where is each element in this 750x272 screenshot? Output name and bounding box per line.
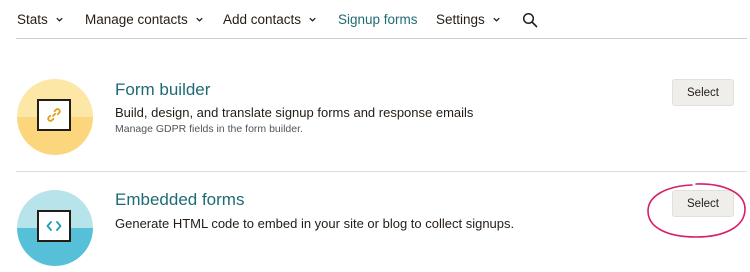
options-divider — [16, 171, 747, 172]
nav-add-contacts[interactable]: Add contacts — [223, 12, 317, 27]
nav-settings-label: Settings — [436, 12, 485, 27]
top-nav: Stats Manage contacts Add contacts Signu… — [0, 0, 750, 40]
nav-manage-contacts-label: Manage contacts — [85, 12, 188, 27]
code-icon — [46, 221, 62, 231]
nav-signup-forms-label: Signup forms — [338, 12, 418, 27]
chevron-down-icon — [196, 17, 203, 22]
option-subtext: Manage GDPR fields in the form builder. — [115, 123, 303, 135]
form-builder-select-button[interactable]: Select — [672, 79, 734, 106]
nav-add-contacts-label: Add contacts — [223, 12, 302, 27]
annotation-circle — [647, 183, 746, 238]
form-card — [37, 210, 71, 242]
option-title[interactable]: Embedded forms — [115, 190, 244, 210]
option-description: Generate HTML code to embed in your site… — [115, 216, 515, 231]
option-embedded-forms: Embedded forms Generate HTML code to emb… — [0, 180, 750, 272]
nav-stats-label: Stats — [17, 12, 48, 27]
nav-settings[interactable]: Settings — [436, 12, 501, 27]
option-title[interactable]: Form builder — [115, 80, 210, 100]
search-icon[interactable] — [522, 12, 538, 28]
chevron-down-icon — [309, 17, 316, 22]
chevron-down-icon — [56, 17, 63, 22]
nav-divider — [16, 38, 747, 39]
embedded-forms-illustration — [17, 190, 93, 266]
option-description: Build, design, and translate signup form… — [115, 105, 474, 120]
option-form-builder: Form builder Build, design, and translat… — [0, 70, 750, 170]
form-card — [37, 99, 71, 131]
nav-manage-contacts[interactable]: Manage contacts — [85, 12, 204, 27]
form-builder-illustration — [17, 79, 93, 155]
nav-stats[interactable]: Stats — [17, 12, 64, 27]
link-icon — [47, 108, 61, 122]
nav-signup-forms[interactable]: Signup forms — [338, 12, 418, 27]
chevron-down-icon — [493, 17, 500, 22]
